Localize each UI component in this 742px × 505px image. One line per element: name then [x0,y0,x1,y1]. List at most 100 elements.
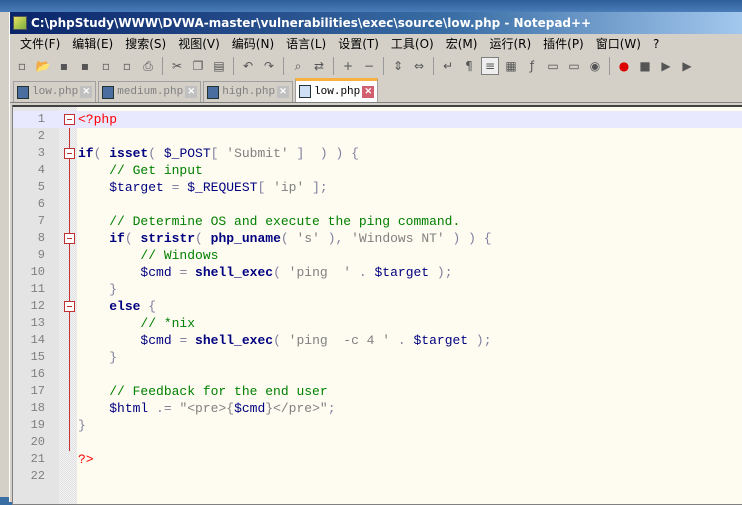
line-number: 10 [30,265,45,279]
close-button[interactable]: ▫ [97,57,115,75]
close-tab-icon[interactable]: ✕ [185,86,198,98]
code-token: $target [374,265,430,280]
stop-button[interactable]: ■ [636,57,654,75]
code-token: <?php [78,112,118,127]
find-icon: ⌕ [294,58,302,73]
close-tab-icon[interactable]: ✕ [277,86,290,98]
all-chars-icon: ¶ [465,59,473,73]
zoom-out-button[interactable]: − [360,57,378,75]
eye-button[interactable]: ◉ [586,57,604,75]
redo-button[interactable]: ↷ [260,57,278,75]
line-number: 19 [30,418,45,432]
code-line: 21 ?> [13,451,742,468]
run-button[interactable]: ▶ [678,57,696,75]
tab-medium-php[interactable]: medium.php ✕ [98,81,202,102]
open-button[interactable]: 📂 [34,57,52,75]
sync-v-button[interactable]: ⇕ [389,57,407,75]
code-token: $_REQUEST [187,180,258,195]
menu-item[interactable]: 窗口(W) [590,35,647,52]
menu-item[interactable]: 文件(F) [14,35,66,52]
code-token: [ [210,146,227,161]
print-button[interactable]: ⎙ [139,57,157,75]
code-text: $target = $_REQUEST[ 'ip' ]; [78,179,327,196]
menu-item[interactable]: 视图(V) [172,35,226,52]
func-list-icon: ƒ [529,59,535,73]
close-tab-icon[interactable]: ✕ [362,85,375,98]
code-token: ); [468,333,492,348]
wrap-button[interactable]: ↵ [439,57,457,75]
code-line: 7 // Determine OS and execute the ping c… [13,213,742,230]
save-icon: ▪ [59,59,69,73]
copy-button[interactable]: ❐ [189,57,207,75]
replace-icon: ⇄ [313,59,325,73]
code-token: ( [148,146,164,161]
menu-item[interactable]: 运行(R) [483,35,537,52]
code-token: [ [257,180,274,195]
redo-icon: ↷ [263,59,275,73]
close-all-icon: ▫ [122,59,132,73]
title-bar[interactable]: C:\phpStudy\WWW\DVWA-master\vulnerabilit… [10,12,742,34]
undo-button[interactable]: ↶ [239,57,257,75]
code-token: = [171,265,196,280]
fold-toggle-icon[interactable] [64,301,75,312]
menu-item[interactable]: 工具(O) [385,35,440,52]
doc-map-button[interactable]: ▦ [502,57,520,75]
new-button[interactable]: ▫ [13,57,31,75]
folder-button[interactable]: ▭ [544,57,562,75]
menu-item[interactable]: 编码(N) [226,35,280,52]
close-all-button[interactable]: ▫ [118,57,136,75]
code-token: $_POST [163,146,211,161]
code-token: // Feedback for the end user [109,384,328,399]
save-button[interactable]: ▪ [55,57,73,75]
menu-item[interactable]: 设置(T) [332,35,385,52]
menu-item[interactable]: ? [647,37,665,51]
fold-toggle-icon[interactable] [64,233,75,244]
zoom-out-icon: − [363,59,375,73]
menu-item[interactable]: 插件(P) [537,35,590,52]
fold-toggle-icon[interactable] [64,148,75,159]
code-token: ( [273,333,289,348]
record-button[interactable]: ● [615,57,633,75]
code-token: // *nix [140,316,196,331]
cut-button[interactable]: ✂ [168,57,186,75]
play-button[interactable]: ▶ [657,57,675,75]
menu-item[interactable]: 搜索(S) [119,35,172,52]
desktop-background [0,0,742,12]
code-token: ( [195,231,211,246]
all-chars-button[interactable]: ¶ [460,57,478,75]
save-all-button[interactable]: ▪ [76,57,94,75]
menu-bar: 文件(F) 编辑(E) 搜索(S) 视图(V) 编码(N) 语言(L) 设置(T) 工具(O)… [10,34,742,53]
code-editor[interactable]: 1 <?php 2 3 if( isset( $_POST[ 'Submit' ] ) … [12,105,742,505]
zoom-in-icon: + [342,59,354,73]
paste-button[interactable]: ▤ [210,57,228,75]
indent-guide-button[interactable]: ≡ [481,57,499,75]
tab-low-php[interactable]: low.php ✕ [295,78,379,102]
line-number: 12 [30,299,45,313]
play-icon: ▶ [661,59,671,73]
toolbar-separator [383,57,384,75]
replace-button[interactable]: ⇄ [310,57,328,75]
func-list-button[interactable]: ƒ [523,57,541,75]
code-token: } [109,282,118,297]
sync-h-button[interactable]: ⇔ [410,57,428,75]
code-text: // *nix [78,315,195,332]
code-token: ?> [78,452,94,467]
menu-item[interactable]: 编辑(E) [66,35,119,52]
close-tab-icon[interactable]: ✕ [80,86,93,98]
menu-item[interactable]: 宏(M) [440,35,484,52]
code-line: 17 // Feedback for the end user [13,383,742,400]
monitor-button[interactable]: ▭ [565,57,583,75]
code-line: 2 [13,128,742,145]
find-button[interactable]: ⌕ [289,57,307,75]
wrap-icon: ↵ [442,59,454,73]
code-token: // Windows [140,248,219,263]
code-token: . [390,333,414,348]
tab-label: high.php [222,86,276,98]
zoom-in-button[interactable]: + [339,57,357,75]
code-line: 4 // Get input [13,162,742,179]
menu-item[interactable]: 语言(L) [280,35,332,52]
fold-toggle-icon[interactable] [64,114,75,125]
tab-low-php[interactable]: low.php ✕ [13,81,97,102]
tab-high-php[interactable]: high.php ✕ [203,81,294,102]
